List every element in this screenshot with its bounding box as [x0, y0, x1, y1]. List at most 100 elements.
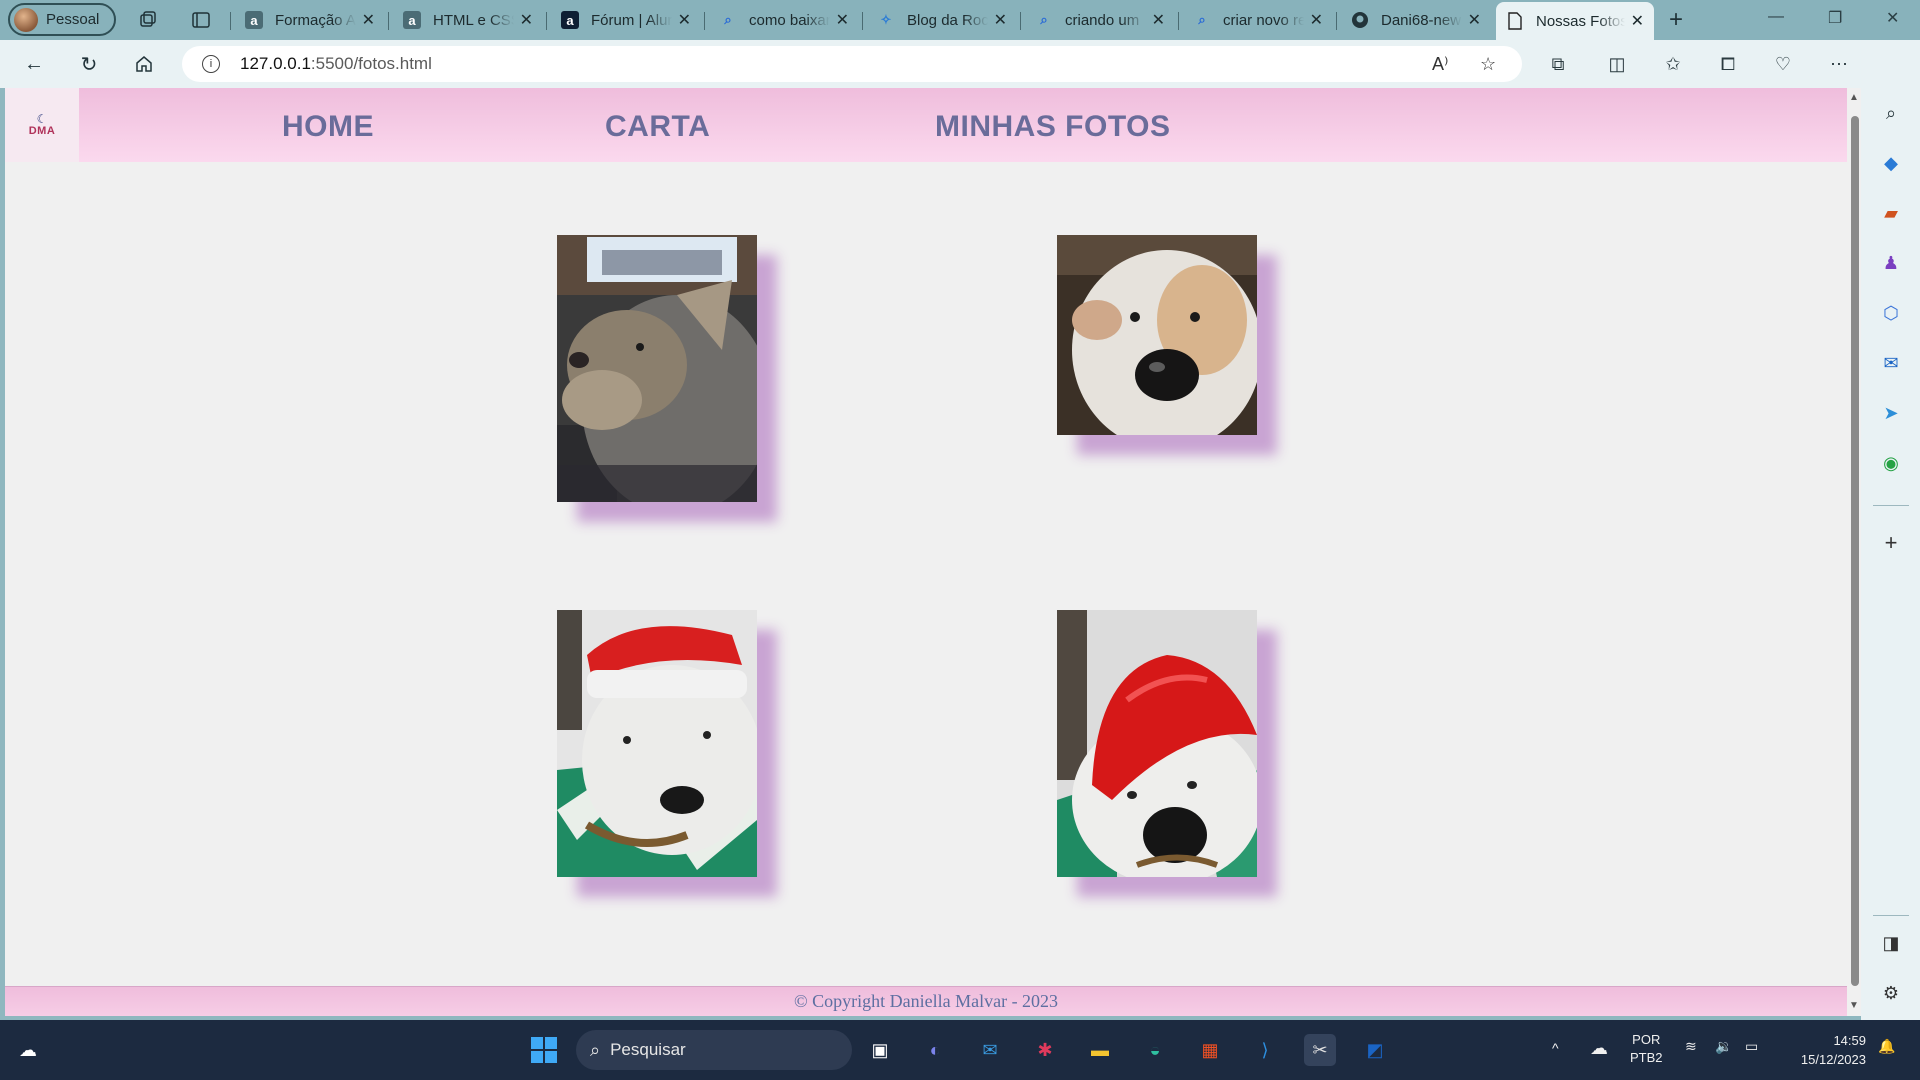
- language-indicator[interactable]: POR PTB2: [1630, 1031, 1663, 1067]
- site-header: ☾ DMA HOME CARTA MINHAS FOTOS: [5, 88, 1847, 162]
- scroll-up-icon[interactable]: ▲: [1849, 92, 1859, 103]
- page-scrollbar[interactable]: ▲ ▼: [1847, 88, 1861, 1016]
- sidebar-hide-icon[interactable]: ◨: [1878, 930, 1904, 956]
- blog-icon: ✧: [880, 12, 892, 27]
- taskbar-search[interactable]: ⌕ Pesquisar: [576, 1030, 852, 1070]
- browser-toolbar: ← ↻ i 127.0.0.1:5500/fotos.html A⁾ ☆ ⧉ ◫…: [0, 40, 1920, 88]
- tab-actions-icon[interactable]: [190, 9, 212, 31]
- tab-forum[interactable]: a Fórum | Alura ✕: [551, 4, 701, 36]
- photo-dog-closeup: [1057, 235, 1257, 435]
- tab-como-baixar[interactable]: ⌕ como baixar ✕: [709, 4, 859, 36]
- home-icon[interactable]: [130, 50, 158, 78]
- scroll-thumb[interactable]: [1851, 116, 1859, 986]
- url-text[interactable]: 127.0.0.1:5500/fotos.html: [240, 54, 432, 74]
- refresh-icon[interactable]: ↻: [75, 50, 103, 78]
- windows-start-icon[interactable]: [528, 1034, 560, 1066]
- teams-icon[interactable]: ◐: [919, 1034, 951, 1066]
- wifi-icon[interactable]: ≋: [1685, 1038, 1697, 1055]
- close-icon[interactable]: ✕: [678, 10, 691, 30]
- sidebar-telegram-icon[interactable]: ➤: [1878, 400, 1904, 426]
- site-footer: © Copyright Daniella Malvar - 2023: [5, 986, 1847, 1016]
- sidebar-m365-icon[interactable]: ⬡: [1878, 300, 1904, 326]
- window-close-icon[interactable]: ✕: [1886, 8, 1899, 28]
- snipping-tool-icon[interactable]: ✂: [1304, 1034, 1336, 1066]
- file-explorer-icon[interactable]: ▬: [1084, 1034, 1116, 1066]
- browser-tab-strip: Pessoal a Formação Alura ✕ a HTML e CSS …: [0, 0, 1920, 40]
- tray-overflow-icon[interactable]: ^: [1552, 1040, 1559, 1056]
- read-aloud-icon[interactable]: A⁾: [1432, 54, 1448, 75]
- sidebar-settings-icon[interactable]: ⚙: [1878, 980, 1904, 1006]
- split-screen-icon[interactable]: ◫: [1605, 52, 1629, 76]
- search-icon: ⌕: [1198, 12, 1206, 27]
- back-icon[interactable]: ←: [20, 50, 48, 78]
- outlook-new-icon[interactable]: ◩: [1359, 1034, 1391, 1066]
- extensions-icon[interactable]: ⧉: [1546, 52, 1570, 76]
- close-icon[interactable]: ✕: [1468, 10, 1481, 30]
- favorite-star-icon[interactable]: ☆: [1480, 54, 1496, 75]
- store-icon[interactable]: ▦: [1194, 1034, 1226, 1066]
- photo-dog-hat-closeup: [1057, 610, 1257, 877]
- new-tab-icon[interactable]: +: [1665, 6, 1687, 33]
- onedrive-icon[interactable]: ☁: [1590, 1038, 1608, 1059]
- profile-label: Pessoal: [46, 11, 100, 28]
- github-icon: [1351, 11, 1369, 29]
- edge-sidebar: ⌕ ◆ ▰ ♟ ⬡ ✉ ➤ ◉ + ◨ ⚙: [1861, 40, 1920, 1020]
- collections-icon[interactable]: ⧠: [1716, 52, 1740, 76]
- copyright-text: © Copyright Daniella Malvar - 2023: [793, 991, 1059, 1011]
- page-viewport: ☾ DMA HOME CARTA MINHAS FOTOS © Copyrigh…: [5, 88, 1847, 1016]
- scroll-down-icon[interactable]: ▼: [1849, 1000, 1859, 1011]
- search-icon: ⌕: [724, 12, 732, 27]
- task-view-icon[interactable]: ▣: [864, 1034, 896, 1066]
- photo-dog-hat-lying: [557, 610, 757, 877]
- logo-text: DMA: [28, 125, 56, 137]
- tab-formacao[interactable]: a Formação Alura ✕: [235, 4, 385, 36]
- page-icon: [1506, 12, 1524, 30]
- edge-icon[interactable]: ◒: [1139, 1034, 1171, 1066]
- sidebar-shopping-icon[interactable]: ◆: [1878, 150, 1904, 176]
- tab-nossas-fotos[interactable]: Nossas Fotos ✕: [1496, 2, 1654, 40]
- sidebar-tools-icon[interactable]: ▰: [1878, 200, 1904, 226]
- close-icon[interactable]: ✕: [994, 10, 1007, 30]
- close-icon[interactable]: ✕: [1631, 11, 1644, 31]
- workspaces-icon[interactable]: [137, 9, 159, 31]
- close-icon[interactable]: ✕: [1310, 10, 1323, 30]
- notifications-icon[interactable]: 🔔: [1878, 1038, 1895, 1055]
- alura-icon: a: [245, 11, 263, 29]
- tab-html-css[interactable]: a HTML e CSS ✕: [393, 4, 543, 36]
- tab-github[interactable]: Dani68-new ✕: [1341, 4, 1491, 36]
- profile-button[interactable]: Pessoal: [8, 3, 116, 36]
- tab-criar-novo[interactable]: ⌕ criar novo repositório ✕: [1183, 4, 1333, 36]
- close-icon[interactable]: ✕: [1152, 10, 1165, 30]
- site-logo[interactable]: ☾ DMA: [5, 88, 79, 162]
- battery-icon[interactable]: ▭: [1745, 1038, 1758, 1055]
- clock[interactable]: 14:59 15/12/2023: [1782, 1031, 1866, 1069]
- sidebar-outlook-icon[interactable]: ✉: [1878, 350, 1904, 376]
- photo-dog-profile: [557, 235, 757, 502]
- vscode-icon[interactable]: ⟩: [1249, 1034, 1281, 1066]
- nav-home[interactable]: HOME: [282, 110, 374, 144]
- nav-carta[interactable]: CARTA: [605, 110, 710, 144]
- browser-essentials-icon[interactable]: ♡: [1771, 52, 1795, 76]
- close-icon[interactable]: ✕: [362, 10, 375, 30]
- search-icon: ⌕: [1040, 12, 1048, 27]
- minimize-icon[interactable]: —: [1768, 8, 1784, 26]
- weather-icon[interactable]: ☁: [12, 1034, 44, 1066]
- address-bar[interactable]: i 127.0.0.1:5500/fotos.html A⁾ ☆: [182, 46, 1522, 82]
- close-icon[interactable]: ✕: [836, 10, 849, 30]
- slack-icon[interactable]: ✱: [1029, 1034, 1061, 1066]
- alura-icon: a: [561, 11, 579, 29]
- info-icon[interactable]: i: [202, 55, 220, 73]
- close-icon[interactable]: ✕: [520, 10, 533, 30]
- nav-minhas-fotos[interactable]: MINHAS FOTOS: [935, 110, 1170, 144]
- sidebar-games-icon[interactable]: ♟: [1878, 250, 1904, 276]
- restore-icon[interactable]: ❐: [1828, 8, 1842, 28]
- tab-criando-um[interactable]: ⌕ criando um ✕: [1025, 4, 1175, 36]
- mail-icon[interactable]: ✉: [974, 1034, 1006, 1066]
- more-options-icon[interactable]: ⋯: [1827, 52, 1851, 76]
- volume-icon[interactable]: 🔉: [1715, 1038, 1732, 1055]
- favorites-icon[interactable]: ✩: [1661, 52, 1685, 76]
- sidebar-search-icon[interactable]: ⌕: [1878, 100, 1904, 126]
- tab-blog[interactable]: ✧ Blog da Rocketseat ✕: [867, 4, 1017, 36]
- sidebar-add-icon[interactable]: +: [1878, 530, 1904, 556]
- sidebar-whatsapp-icon[interactable]: ◉: [1878, 450, 1904, 476]
